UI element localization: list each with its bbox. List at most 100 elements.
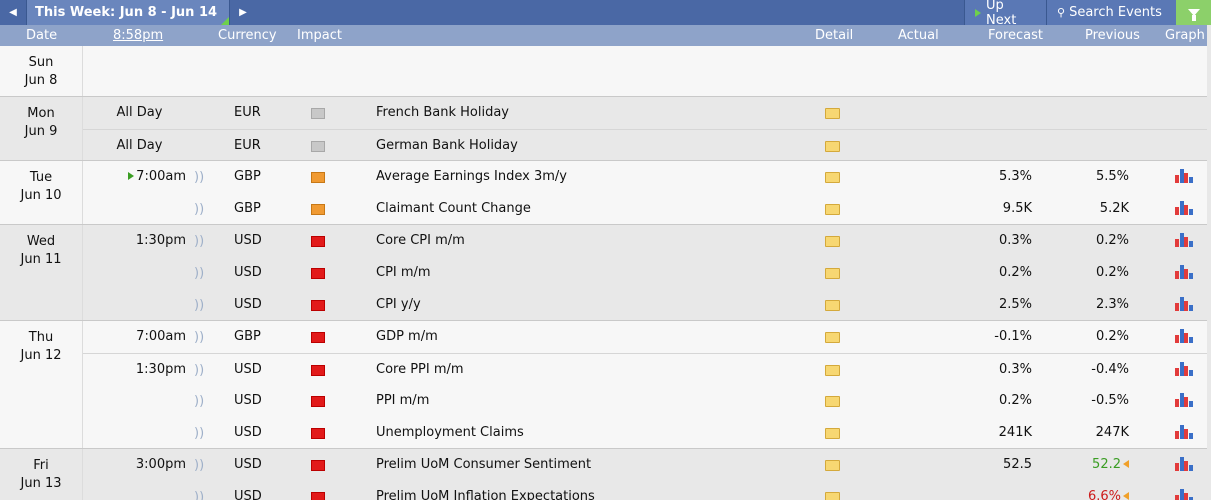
event-name[interactable]: Prelim UoM Inflation Expectations <box>376 489 595 500</box>
detail-folder-icon[interactable] <box>825 204 840 215</box>
revised-icon <box>1123 460 1129 468</box>
detail-folder-icon[interactable] <box>825 172 840 183</box>
impact-icon[interactable] <box>311 268 325 279</box>
event-name[interactable]: Core CPI m/m <box>376 233 465 248</box>
day-of-week: Mon <box>27 106 55 121</box>
event-name[interactable]: French Bank Holiday <box>376 105 509 120</box>
event-name[interactable]: CPI y/y <box>376 297 421 312</box>
event-name[interactable]: CPI m/m <box>376 265 431 280</box>
graph-icon[interactable] <box>1175 265 1193 279</box>
impact-icon[interactable] <box>311 172 325 183</box>
detail-folder-icon[interactable] <box>825 492 840 500</box>
graph-icon[interactable] <box>1175 489 1193 500</box>
column-actual: Actual <box>898 28 939 43</box>
graph-icon[interactable] <box>1175 425 1193 439</box>
previous-week-button[interactable]: ◀ <box>0 0 27 25</box>
detail-folder-icon[interactable] <box>825 236 840 247</box>
event-name[interactable]: German Bank Holiday <box>376 138 518 153</box>
impact-icon[interactable] <box>311 300 325 311</box>
speaker-icon[interactable]: )) <box>194 234 204 249</box>
detail-folder-icon[interactable] <box>825 396 840 407</box>
play-icon <box>975 8 981 17</box>
event-row[interactable]: 1:30pm)) USD Core PPI m/m 0.3% -0.4% <box>83 353 1207 385</box>
up-next-label: Up Next <box>986 0 1017 28</box>
event-row[interactable]: )) USD Prelim UoM Inflation Expectations 6.… <box>83 481 1207 500</box>
event-name[interactable]: Unemployment Claims <box>376 425 524 440</box>
detail-folder-icon[interactable] <box>825 365 840 376</box>
day-cell: Tue Jun 10 <box>0 161 83 225</box>
graph-icon[interactable] <box>1175 233 1193 247</box>
graph-icon[interactable] <box>1175 169 1193 183</box>
impact-icon[interactable] <box>311 428 325 439</box>
speaker-icon[interactable]: )) <box>194 363 204 378</box>
impact-icon[interactable] <box>311 236 325 247</box>
speaker-icon[interactable]: )) <box>194 266 204 281</box>
graph-icon[interactable] <box>1175 393 1193 407</box>
detail-folder-icon[interactable] <box>825 268 840 279</box>
impact-icon[interactable] <box>311 460 325 471</box>
graph-icon[interactable] <box>1175 362 1193 376</box>
impact-icon[interactable] <box>311 492 325 500</box>
speaker-icon[interactable]: )) <box>194 426 204 441</box>
event-row[interactable]: )) USD CPI y/y 2.5% 2.3% <box>83 289 1207 321</box>
detail-folder-icon[interactable] <box>825 460 840 471</box>
impact-icon[interactable] <box>311 396 325 407</box>
speaker-icon[interactable]: )) <box>194 170 204 185</box>
next-week-button[interactable]: ▶ <box>229 0 256 25</box>
detail-folder-icon[interactable] <box>825 300 840 311</box>
event-row[interactable]: )) USD Unemployment Claims 241K 247K <box>83 417 1207 449</box>
impact-icon[interactable] <box>311 332 325 343</box>
day-date: Jun 10 <box>20 188 62 203</box>
speaker-icon[interactable]: )) <box>194 394 204 409</box>
event-currency: USD <box>234 297 262 312</box>
event-name[interactable]: GDP m/m <box>376 329 438 344</box>
event-row[interactable]: )) USD CPI m/m 0.2% 0.2% <box>83 257 1207 289</box>
event-name[interactable]: Average Earnings Index 3m/y <box>376 169 567 184</box>
chevron-left-icon: ◀ <box>9 7 17 18</box>
event-row[interactable]: 3:00pm)) USD Prelim UoM Consumer Sentiment… <box>83 449 1207 481</box>
chevron-right-icon: ▶ <box>239 7 247 18</box>
graph-icon[interactable] <box>1175 201 1193 215</box>
speaker-icon[interactable]: )) <box>194 298 204 313</box>
event-name[interactable]: Claimant Count Change <box>376 201 531 216</box>
event-row[interactable]: 1:30pm)) USD Core CPI m/m 0.3% 0.2% <box>83 225 1207 257</box>
event-row[interactable]: )) USD PPI m/m 0.2% -0.5% <box>83 385 1207 417</box>
event-currency: USD <box>234 489 262 500</box>
day-cell: Mon Jun 9 <box>0 97 83 161</box>
speaker-icon[interactable]: )) <box>194 490 204 500</box>
detail-folder-icon[interactable] <box>825 141 840 152</box>
event-row[interactable]: )) GBP Claimant Count Change 9.5K 5.2K <box>83 193 1207 225</box>
detail-folder-icon[interactable] <box>825 428 840 439</box>
event-row[interactable]: 7:00am)) GBP GDP m/m -0.1% 0.2% <box>83 321 1207 353</box>
search-events-button[interactable]: ⚲ Search Events <box>1046 0 1176 25</box>
impact-icon[interactable] <box>311 204 325 215</box>
event-name[interactable]: Core PPI m/m <box>376 362 464 377</box>
graph-icon[interactable] <box>1175 329 1193 343</box>
impact-icon[interactable] <box>311 141 325 152</box>
day-of-week: Tue <box>29 170 53 185</box>
week-title-label: This Week: Jun 8 - Jun 14 <box>35 5 218 20</box>
speaker-icon[interactable]: )) <box>194 330 204 345</box>
impact-icon[interactable] <box>311 108 325 119</box>
graph-icon[interactable] <box>1175 297 1193 311</box>
day-cell: Fri Jun 13 <box>0 449 83 500</box>
speaker-icon[interactable]: )) <box>194 202 204 217</box>
speaker-icon[interactable]: )) <box>194 458 204 473</box>
week-title[interactable]: This Week: Jun 8 - Jun 14 <box>27 0 229 25</box>
event-row[interactable]: 7:00am)) GBP Average Earnings Index 3m/y 5.… <box>83 161 1207 193</box>
impact-icon[interactable] <box>311 365 325 376</box>
detail-folder-icon[interactable] <box>825 332 840 343</box>
event-row[interactable]: All Day EUR German Bank Holiday <box>83 129 1207 161</box>
event-row[interactable]: All Day EUR French Bank Holiday <box>83 97 1207 129</box>
graph-icon[interactable] <box>1175 457 1193 471</box>
event-currency: GBP <box>234 201 261 216</box>
detail-folder-icon[interactable] <box>825 108 840 119</box>
up-next-button[interactable]: Up Next <box>964 0 1046 28</box>
event-name[interactable]: PPI m/m <box>376 393 429 408</box>
scrollbar[interactable] <box>1207 25 1211 500</box>
column-time[interactable]: 8:58pm <box>113 28 163 43</box>
filter-button[interactable] <box>1176 0 1211 25</box>
day-of-week: Sun <box>28 55 54 70</box>
event-previous: 6.6% <box>1045 489 1129 500</box>
event-name[interactable]: Prelim UoM Consumer Sentiment <box>376 457 591 472</box>
